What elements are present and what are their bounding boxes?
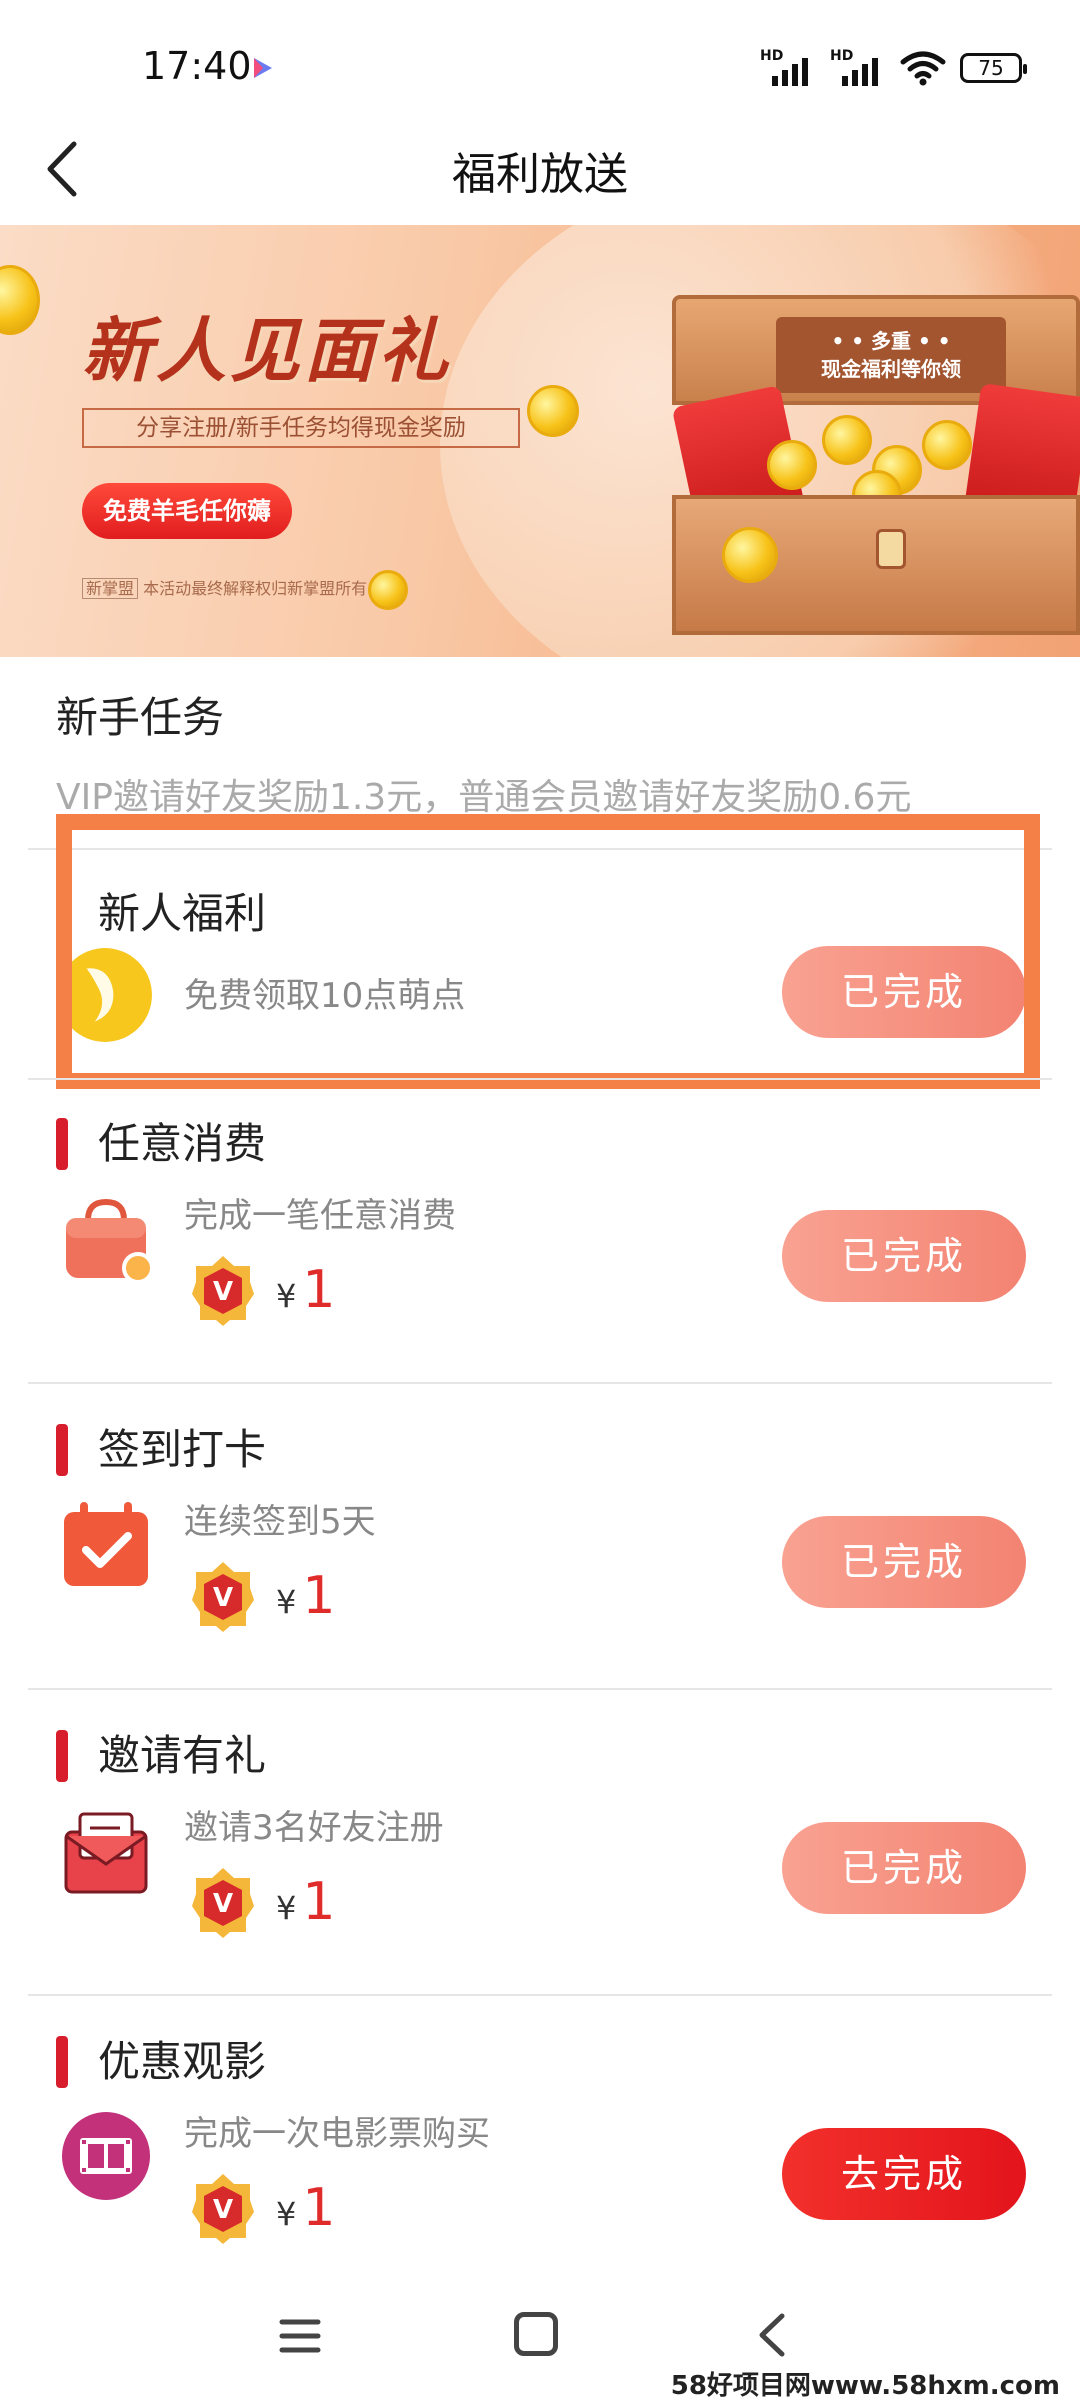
task-description: 完成一笔任意消费 xyxy=(184,1196,456,1236)
reward-currency: ¥ xyxy=(276,1277,297,1315)
status-time: 17:40 xyxy=(142,44,252,88)
task-marker xyxy=(56,1424,68,1476)
coin-icon xyxy=(527,385,579,437)
reward: V ¥ 1 xyxy=(190,2172,335,2244)
svg-text:V: V xyxy=(213,2195,233,2225)
banner-subtitle: 分享注册/新手任务均得现金奖励 xyxy=(82,408,520,448)
task-item-invite: 邀请有礼 邀请3名好友注册 V ¥ 1 已完成 xyxy=(0,1692,1080,1992)
page-title: 福利放送 xyxy=(452,149,628,200)
task-marker xyxy=(56,1730,68,1782)
svg-text:V: V xyxy=(213,1277,233,1307)
invitation-envelope-icon xyxy=(64,1812,148,1894)
reward-currency: ¥ xyxy=(276,1583,297,1621)
signal-icon: HD xyxy=(830,48,886,88)
divider xyxy=(28,1688,1052,1690)
reward-amount: 1 xyxy=(302,1872,336,1932)
status-indicators: HD HD 75 xyxy=(760,48,1027,88)
task-complete-button[interactable]: 已完成 xyxy=(782,1516,1026,1608)
chest-sign-line1: • • 多重 • • xyxy=(831,329,951,353)
shopping-bag-icon xyxy=(66,1198,154,1284)
svg-text:V: V xyxy=(213,1889,233,1919)
status-bar: 17:40 HD HD 75 xyxy=(0,0,1080,130)
battery-icon: 75 xyxy=(960,53,1027,83)
section-description: VIP邀请好友奖励1.3元，普通会员邀请好友奖励0.6元 xyxy=(56,777,912,818)
task-complete-button[interactable]: 已完成 xyxy=(782,1210,1026,1302)
reward: V ¥ 1 xyxy=(190,1866,335,1938)
banner-footnote: 新掌盟 本活动最终解释权归新掌盟所有 xyxy=(82,575,367,599)
banner-footnote-text: 本活动最终解释权归新掌盟所有 xyxy=(143,579,368,598)
promo-banner[interactable]: 新人见面礼 分享注册/新手任务均得现金奖励 免费羊毛任你薅 新掌盟 本活动最终解… xyxy=(0,225,1080,657)
divider xyxy=(28,1382,1052,1384)
lock-icon xyxy=(876,529,906,569)
coin-icon xyxy=(0,265,40,335)
task-description: 完成一次电影票购买 xyxy=(184,2114,490,2154)
banner-footnote-logo: 新掌盟 xyxy=(82,578,139,599)
task-name: 邀请有礼 xyxy=(98,1731,267,1780)
signal-icon: HD xyxy=(760,48,816,88)
coin-icon xyxy=(922,420,972,470)
watermark: 58好项目网www.58hxm.com xyxy=(664,2365,1066,2400)
coin-icon xyxy=(767,440,817,490)
menu-icon[interactable] xyxy=(278,2316,322,2356)
play-icon xyxy=(254,58,272,78)
vip-badge-icon: V xyxy=(192,1562,254,1632)
vip-badge-icon: V xyxy=(192,1868,254,1938)
task-go-button[interactable]: 去完成 xyxy=(782,2128,1026,2220)
task-description: 邀请3名好友注册 xyxy=(184,1808,444,1848)
task-item-movie: 优惠观影 完成一次电影票购买 V ¥ 1 去完成 xyxy=(0,1998,1080,2298)
treasure-chest-illustration: • • 多重 • • 现金福利等你领 xyxy=(671,295,1080,635)
home-icon[interactable] xyxy=(514,2312,558,2356)
banner-cta-button[interactable]: 免费羊毛任你薅 xyxy=(82,483,292,539)
task-item-checkin: 签到打卡 连续签到5天 V ¥ 1 已完成 xyxy=(0,1386,1080,1686)
reward-amount: 1 xyxy=(302,1566,336,1626)
task-description: 连续签到5天 xyxy=(184,1502,376,1542)
task-complete-button[interactable]: 已完成 xyxy=(782,1822,1026,1914)
section-title: 新手任务 xyxy=(56,693,225,742)
task-name: 优惠观影 xyxy=(98,2037,267,2086)
chest-sign-line2: 现金福利等你领 xyxy=(821,357,961,381)
wifi-icon xyxy=(900,51,946,86)
banner-title: 新人见面礼 xyxy=(82,310,452,392)
coin-icon xyxy=(368,570,408,610)
chest-sign: • • 多重 • • 现金福利等你领 xyxy=(776,317,1006,393)
vip-badge-icon: V xyxy=(192,1256,254,1326)
svg-text:V: V xyxy=(213,1583,233,1613)
coin-icon xyxy=(722,527,778,583)
task-name: 签到打卡 xyxy=(98,1425,267,1474)
task-marker xyxy=(56,2036,68,2088)
vip-badge-icon: V xyxy=(192,2174,254,2244)
highlight-frame xyxy=(56,814,1040,1089)
reward: V ¥ 1 xyxy=(190,1560,335,1632)
coin-icon xyxy=(822,415,872,465)
reward: V ¥ 1 xyxy=(190,1254,335,1326)
reward-currency: ¥ xyxy=(276,2195,297,2233)
reward-amount: 1 xyxy=(302,1260,336,1320)
film-icon xyxy=(62,2112,150,2200)
reward-amount: 1 xyxy=(302,2178,336,2238)
calendar-check-icon xyxy=(64,1502,148,1586)
task-marker xyxy=(56,1118,68,1170)
divider xyxy=(28,1994,1052,1996)
task-name: 任意消费 xyxy=(98,1119,267,1168)
reward-currency: ¥ xyxy=(276,1889,297,1927)
task-item-consume: 任意消费 完成一笔任意消费 V ¥ 1 已完成 xyxy=(0,1080,1080,1380)
nav-back-icon[interactable] xyxy=(752,2310,792,2360)
app-header: 福利放送 xyxy=(0,120,1080,220)
